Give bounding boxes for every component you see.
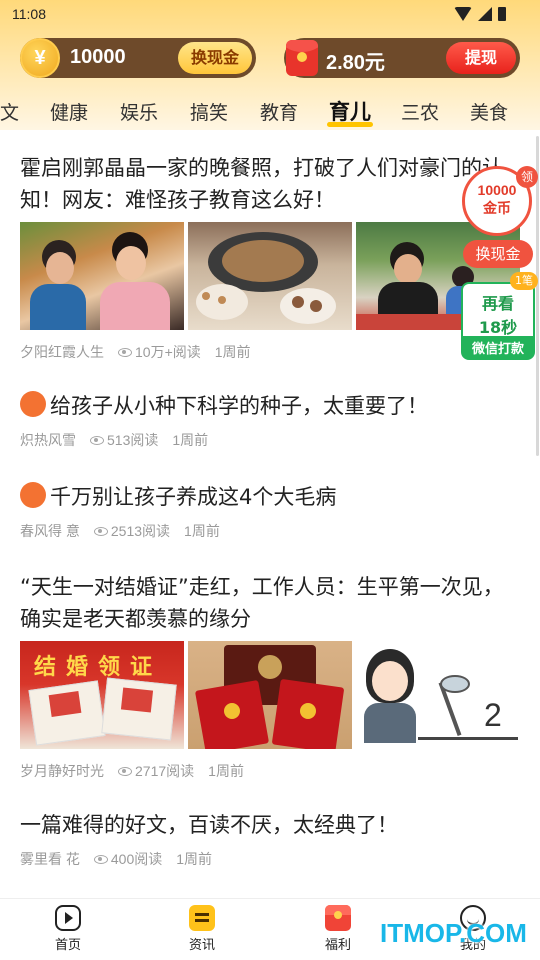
article-meta: 雾里看 花 400阅读 1周前 [20,849,520,869]
eye-icon [90,436,104,445]
category-tabs: 文 健康 娱乐 搞笑 教育 育儿 三农 美食 [0,96,540,130]
orange-dot-icon [20,391,46,417]
gold-coin-icon: ¥ [20,38,60,78]
nav-label: 资讯 [188,938,215,953]
watch-countdown: 再看 18秒 [463,284,533,337]
article-author: 岁月静好时光 [20,763,104,779]
tab-food[interactable]: 美食 [470,98,508,125]
tab-entertainment[interactable]: 娱乐 [120,98,158,125]
site-watermark: ITMOP.COM [380,918,527,948]
withdraw-button[interactable]: 提现 [446,42,516,74]
view-count-text: 10万+阅读 [135,344,201,360]
red-envelope-icon [325,905,351,931]
app-header: 11:08 ¥ 10000 换现金 2.80元 提现 文 健康 娱乐 搞笑 教育… [0,0,540,130]
eye-icon [93,527,108,536]
article-image[interactable] [188,641,352,749]
coin-amount: 10000 [70,46,126,68]
nav-label: 福利 [324,938,351,953]
view-count: 2717阅读 [118,761,194,781]
tab-agriculture[interactable]: 三农 [401,98,439,125]
orange-dot-icon [20,482,46,508]
article-author: 雾里看 花 [20,851,80,867]
article-image[interactable]: 2 [356,641,520,749]
status-icons [454,7,506,21]
scrollbar[interactable] [536,136,539,456]
article-meta: 春风得 意 2513阅读 1周前 [20,521,520,541]
tab-funny[interactable]: 搞笑 [190,98,228,125]
publish-time: 1周前 [184,523,220,539]
article-thumbnails[interactable] [20,222,520,330]
cell-signal-icon [478,7,492,21]
active-tab-indicator [327,122,373,127]
red-envelope-icon [286,40,318,76]
view-count: 2513阅读 [93,521,171,541]
publish-time: 1周前 [214,344,251,360]
watch-video-reward[interactable]: 再看 18秒 微信打款 [461,282,535,360]
view-count: 513阅读 [90,430,158,450]
eye-icon [118,348,132,357]
thumb-caption: 结婚领证 [34,655,163,680]
publish-time: 1周前 [172,432,209,448]
article-title[interactable]: 给孩子从小种下科学的种子，太重要了！ [20,390,520,422]
publish-time: 1周前 [176,851,213,867]
article-author: 春风得 意 [20,523,80,539]
status-bar: 11:08 [0,0,540,32]
play-home-icon [55,905,81,931]
article-card[interactable]: “天生一对结婚证”走红，工作人员：生平第一次见，确实是老天都羡慕的缘分 结婚领证 [20,571,520,781]
wechat-payout-label: 微信打款 [471,342,524,357]
watch-line-2: 18秒 [478,318,518,337]
battery-icon [498,7,506,21]
exchange-cash-button[interactable]: 换现金 [178,42,252,74]
article-title[interactable]: “天生一对结婚证”走红，工作人员：生平第一次见，确实是老天都羡慕的缘分 [20,571,510,635]
article-author: 炽热风雪 [20,432,76,448]
cash-balance: 2.80元 提现 [284,38,520,78]
cash-amount: 2.80元 [326,52,385,74]
article-card[interactable]: 给孩子从小种下科学的种子，太重要了！ 炽热风雪 513阅读 1周前 [20,390,520,450]
view-count-text: 2717阅读 [135,763,195,779]
view-count: 10万+阅读 [118,342,201,362]
status-time: 11:08 [12,6,46,22]
view-count-text: 513阅读 [107,432,159,448]
eye-icon [118,767,132,776]
tab-education[interactable]: 教育 [260,98,298,125]
article-author: 夕阳红霞人生 [20,344,104,360]
eye-icon [93,855,108,864]
article-meta: 岁月静好时光 2717阅读 1周前 [20,761,520,781]
article-image[interactable] [188,222,352,330]
article-title-text[interactable]: 给孩子从小种下科学的种子，太重要了！ [50,394,428,418]
view-count-text: 2513阅读 [110,523,171,539]
article-card[interactable]: 千万别让孩子养成这4个大毛病 春风得 意 2513阅读 1周前 [20,481,520,541]
view-count: 400阅读 [93,849,163,869]
article-title[interactable]: 一篇难得的好文，百读不厌，太经典了！ [20,809,520,841]
article-title[interactable]: 霍启刚郭晶晶一家的晚餐照，打破了人们对豪门的认知！网友：难怪孩子教育这么好！ [20,152,520,216]
nav-news[interactable]: 资讯 [162,905,242,953]
publish-time: 1周前 [208,763,244,779]
article-thumbnails[interactable]: 结婚领证 2 [20,641,520,749]
view-count-text: 400阅读 [110,851,163,867]
nav-label: 首页 [54,938,81,953]
article-title-text[interactable]: 千万别让孩子养成这4个大毛病 [50,485,336,509]
news-icon [189,905,215,931]
tab-health[interactable]: 健康 [50,98,88,125]
tab-partial[interactable]: 文 [0,98,19,125]
nav-welfare[interactable]: 福利 [298,905,378,953]
article-image[interactable] [20,222,184,330]
article-feed: 霍启刚郭晶晶一家的晚餐照，打破了人们对豪门的认知！网友：难怪孩子教育这么好！ 夕… [0,130,540,898]
article-meta: 夕阳红霞人生 10万+阅读 1周前 [20,342,520,362]
article-title[interactable]: 千万别让孩子养成这4个大毛病 [20,481,520,513]
article-meta: 炽热风雪 513阅读 1周前 [20,430,520,450]
coin-balance: ¥ 10000 换现金 [20,38,256,78]
watch-line-1: 再看 [481,294,514,313]
wifi-icon [454,7,472,21]
floating-exchange-button[interactable]: 换现金 [463,240,533,268]
article-image[interactable]: 结婚领证 [20,641,184,749]
reward-unit: 金币 [483,201,511,217]
article-card[interactable]: 霍启刚郭晶晶一家的晚餐照，打破了人们对豪门的认知！网友：难怪孩子教育这么好！ 夕… [20,152,520,362]
article-card[interactable]: 一篇难得的好文，百读不厌，太经典了！ 雾里看 花 400阅读 1周前 [20,809,520,869]
payout-count-badge: 1笔 [510,272,538,290]
nav-home[interactable]: 首页 [28,905,108,953]
claim-badge[interactable]: 领 [516,166,538,188]
